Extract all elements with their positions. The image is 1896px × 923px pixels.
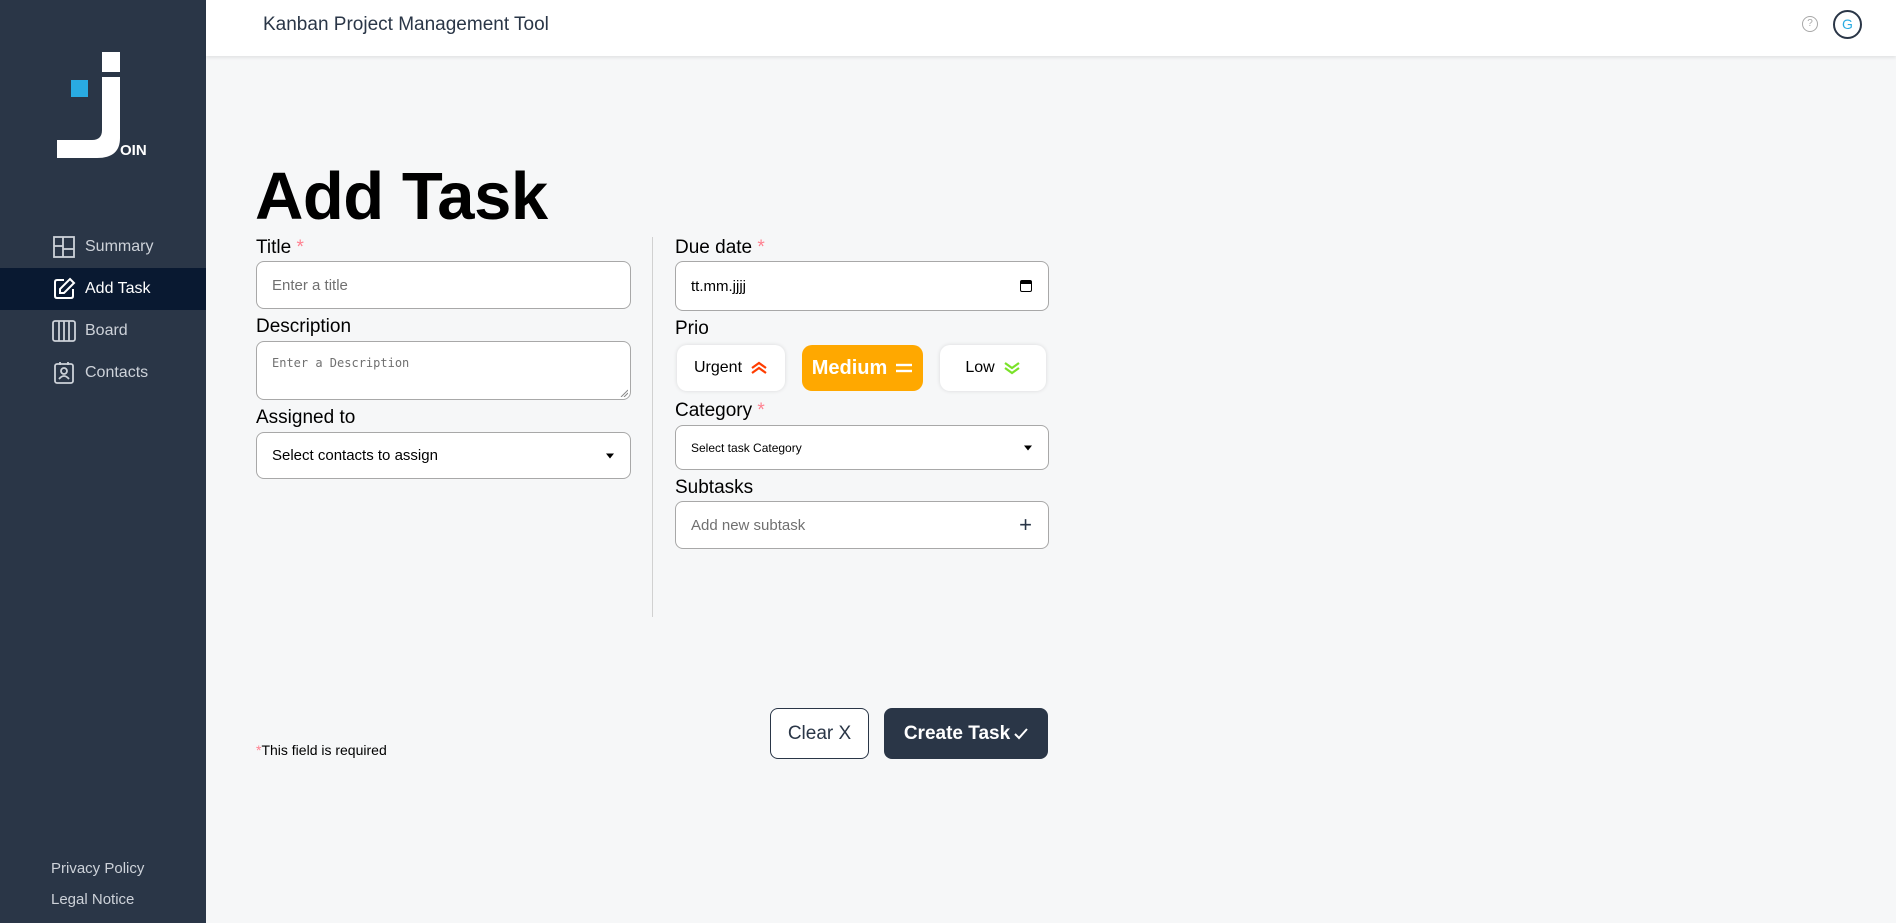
help-icon[interactable]: ? [1802,16,1818,32]
required-mark: * [296,237,304,258]
due-date-input[interactable]: tt.mm.jjjj [675,261,1049,311]
sidebar-item-add-task[interactable]: Add Task [0,268,206,310]
privacy-policy-link[interactable]: Privacy Policy [51,860,144,877]
sidebar-footer: Privacy Policy Legal Notice [51,860,144,922]
chevron-down-icon [1024,445,1032,450]
top-header: Kanban Project Management Tool ? G [206,0,1896,56]
subtask-placeholder: Add new subtask [691,516,806,534]
sidebar-item-contacts[interactable]: Contacts [0,352,206,394]
contacts-icon [52,361,76,385]
join-logo[interactable]: OIN [52,50,162,165]
assigned-value: Select contacts to assign [272,447,438,464]
board-icon [52,319,76,343]
sidebar: OIN Summary Add Task Board Contacts Priv… [0,0,206,923]
resize-handle-icon[interactable] [620,389,628,397]
prio-low-button[interactable]: Low [940,345,1046,391]
assigned-label: Assigned to [256,407,356,428]
double-chevron-down-icon [1004,362,1020,375]
create-task-button[interactable]: Create Task [884,708,1048,759]
prio-urgent-button[interactable]: Urgent [677,345,785,391]
subtasks-label: Subtasks [675,477,754,498]
description-placeholder: Enter a Description [272,356,410,370]
edit-icon [52,277,76,301]
category-label: Category * [675,400,765,422]
description-label: Description [256,316,352,337]
due-date-label-text: Due date [675,237,753,258]
required-note-text: This field is required [261,742,387,758]
sidebar-item-label: Summary [85,238,154,255]
prio-medium-button[interactable]: Medium [802,345,923,391]
equals-icon [896,363,913,373]
sidebar-item-label: Contacts [85,364,149,381]
sidebar-item-summary[interactable]: Summary [0,226,206,268]
column-divider [652,237,653,617]
title-placeholder: Enter a title [272,276,348,294]
subtask-input[interactable]: Add new subtask + [675,501,1049,549]
chevron-down-icon [606,453,614,458]
clear-button-label: Clear X [787,722,852,744]
double-chevron-up-icon [751,361,767,374]
due-date-value: tt.mm.jjjj [691,277,746,295]
page-title: Add Task [255,159,548,234]
required-note: *This field is required [256,742,387,758]
category-label-text: Category [675,400,753,421]
category-select[interactable]: Select task Category [675,425,1049,470]
sidebar-nav: Summary Add Task Board Contacts [0,226,206,394]
prio-label: Prio [675,318,709,339]
required-mark: * [757,237,765,258]
prio-urgent-label: Urgent [693,359,743,376]
check-icon [1014,727,1028,739]
plus-icon[interactable]: + [1019,514,1032,536]
description-textarea[interactable]: Enter a Description [256,341,631,400]
due-date-label: Due date * [675,237,765,259]
category-value: Select task Category [691,440,802,455]
header-title: Kanban Project Management Tool [263,14,549,35]
legal-notice-link[interactable]: Legal Notice [51,891,144,908]
sidebar-item-label: Add Task [85,280,151,297]
prio-low-label: Low [965,359,995,376]
sidebar-item-board[interactable]: Board [0,310,206,352]
logo-text: OIN [120,142,147,159]
required-mark: * [757,400,765,421]
avatar[interactable]: G [1833,10,1862,39]
calendar-icon[interactable] [1020,280,1032,292]
title-label: Title * [256,237,304,259]
sidebar-item-label: Board [85,322,128,339]
create-task-label: Create Task [903,722,1011,744]
clear-button[interactable]: Clear X [770,708,869,759]
prio-medium-label: Medium [811,356,888,379]
title-label-text: Title [256,237,292,258]
assigned-select[interactable]: Select contacts to assign [256,432,631,479]
title-input[interactable]: Enter a title [256,261,631,309]
summary-icon [52,235,76,259]
